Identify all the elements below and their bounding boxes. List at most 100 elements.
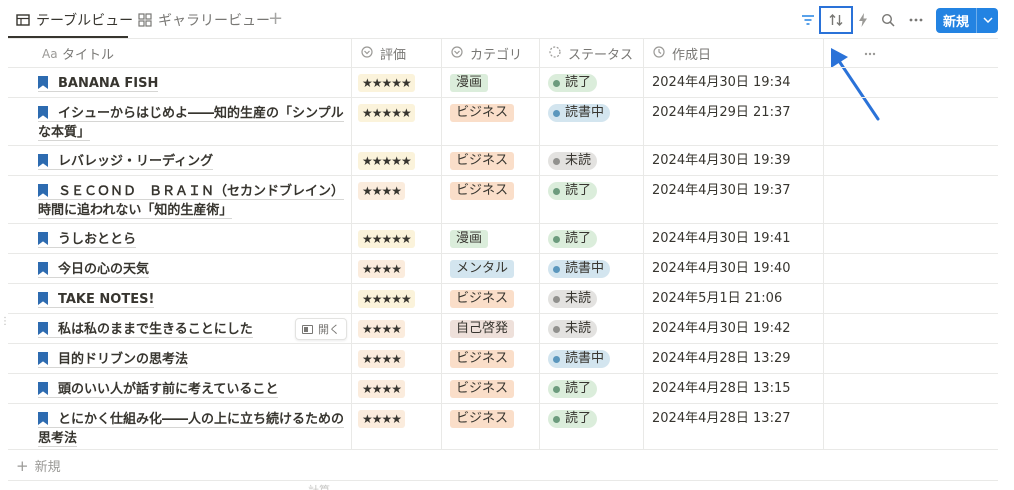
- rating-tag[interactable]: ★★★★★: [358, 152, 415, 170]
- sort-icon[interactable]: [826, 10, 846, 30]
- column-header-status[interactable]: ステータス: [540, 39, 642, 68]
- row-title-text: 頭のいい人が話す前に考えていること: [38, 382, 279, 398]
- row-title-text: 私は私のままで生きることにした: [38, 322, 253, 338]
- view-toolbar: テーブルビュー ギャラリービュー + 新規: [0, 0, 1014, 38]
- table-row[interactable]: 今日の心の天気 ★★★★ メンタル 読書中 2024年4月30日 19:40: [8, 254, 998, 284]
- table-row[interactable]: 頭のいい人が話す前に考えていること ★★★★ ビジネス 読了 2024年4月28日 13…: [8, 374, 998, 404]
- status-label: 読書中: [565, 105, 605, 120]
- rating-tag[interactable]: ★★★★★: [358, 104, 415, 122]
- open-side-peek-icon: [302, 324, 313, 334]
- status-dot-icon: [553, 265, 560, 273]
- status-dot-icon: [553, 385, 560, 393]
- status-property-icon: [548, 46, 562, 61]
- status-badge[interactable]: 読了: [548, 74, 598, 92]
- open-page-label: 開く: [318, 323, 340, 336]
- column-header-category[interactable]: カテゴリ: [442, 39, 538, 68]
- created-date: 2024年4月28日 13:29: [652, 351, 791, 366]
- open-page-button[interactable]: 開く: [295, 318, 347, 340]
- add-property-more-icon[interactable]: [856, 39, 880, 68]
- tab-gallery-view[interactable]: ギャラリービュー: [138, 8, 270, 32]
- status-dot-icon: [553, 415, 560, 423]
- row-title[interactable]: とにかく仕組み化――人の上に立ち続けるための思考法: [38, 410, 345, 448]
- created-date: 2024年4月29日 21:37: [652, 105, 791, 120]
- status-badge[interactable]: 未読: [548, 320, 598, 338]
- rating-tag[interactable]: ★★★★: [358, 260, 406, 278]
- rating-tag[interactable]: ★★★★: [358, 320, 406, 338]
- category-tag[interactable]: ビジネス: [450, 410, 515, 428]
- row-title-text: うしおととら: [38, 232, 137, 248]
- row-title[interactable]: イシューからはじめよ――知的生産の「シンプルな本質」: [38, 104, 344, 142]
- category-tag[interactable]: 自己啓発: [450, 320, 515, 338]
- status-badge[interactable]: 読書中: [548, 350, 611, 368]
- rating-tag[interactable]: ★★★★: [358, 350, 406, 368]
- row-title[interactable]: 目的ドリブンの思考法: [38, 350, 344, 369]
- status-badge[interactable]: 読了: [548, 230, 598, 248]
- table-row[interactable]: TAKE NOTES! ★★★★★ ビジネス 未読 2024年5月1日 21:06: [8, 284, 998, 314]
- table-row[interactable]: レバレッジ・リーディング ★★★★★ ビジネス 未読 2024年4月30日 19:39: [8, 146, 998, 176]
- row-title[interactable]: TAKE NOTES!: [38, 290, 344, 309]
- column-header-created[interactable]: 作成日: [644, 39, 822, 68]
- category-tag[interactable]: ビジネス: [450, 350, 515, 368]
- rating-tag[interactable]: ★★★★: [358, 410, 406, 428]
- status-badge[interactable]: 未読: [548, 152, 598, 170]
- table-row[interactable]: BANANA FISH ★★★★★ 漫画 読了 2024年4月30日 19:34: [8, 68, 998, 98]
- row-title[interactable]: 今日の心の天気: [38, 260, 344, 279]
- category-tag[interactable]: ビジネス: [450, 104, 515, 122]
- column-header-label: 評価: [380, 48, 407, 63]
- tab-table-view[interactable]: テーブルビュー: [16, 8, 133, 32]
- rating-tag[interactable]: ★★★★: [358, 182, 406, 200]
- status-badge[interactable]: 読了: [548, 380, 598, 398]
- category-tag[interactable]: ビジネス: [450, 182, 515, 200]
- status-label: 未読: [565, 321, 592, 336]
- search-icon[interactable]: [878, 10, 898, 30]
- new-button[interactable]: 新規: [936, 8, 998, 33]
- table-row[interactable]: うしおととら ★★★★★ 漫画 読了 2024年4月30日 19:41: [8, 224, 998, 254]
- rating-tag[interactable]: ★★★★★: [358, 290, 415, 308]
- created-date: 2024年4月30日 19:39: [652, 153, 791, 168]
- clock-icon: [652, 46, 666, 61]
- select-property-icon: [360, 46, 374, 61]
- column-header-title[interactable]: Aa タイトル: [34, 39, 350, 68]
- category-tag[interactable]: メンタル: [450, 260, 515, 278]
- column-header-rating[interactable]: 評価: [352, 39, 440, 68]
- category-tag[interactable]: ビジネス: [450, 290, 515, 308]
- status-dot-icon: [553, 79, 560, 87]
- row-title[interactable]: レバレッジ・リーディング: [38, 152, 344, 171]
- status-badge[interactable]: 読了: [548, 182, 598, 200]
- more-icon[interactable]: [906, 10, 926, 30]
- add-view-icon[interactable]: +: [268, 8, 283, 30]
- row-title[interactable]: BANANA FISH: [38, 74, 344, 93]
- rating-tag[interactable]: ★★★★★: [358, 230, 415, 248]
- new-button-label: 新規: [942, 15, 969, 30]
- table-row[interactable]: イシューからはじめよ――知的生産の「シンプルな本質」 ★★★★★ ビジネス 読書中 20…: [8, 98, 998, 146]
- status-badge[interactable]: 読書中: [548, 104, 611, 122]
- row-title-text: BANANA FISH: [38, 76, 159, 92]
- category-tag[interactable]: 漫画: [450, 74, 489, 92]
- status-badge[interactable]: 読書中: [548, 260, 611, 278]
- created-date: 2024年4月30日 19:37: [652, 183, 791, 198]
- category-tag[interactable]: ビジネス: [450, 152, 515, 170]
- row-title[interactable]: ＳＥＣＯＮＤ ＢＲＡＩＮ（セカンドブレイン） 時間に追われない「知的生産術」: [38, 182, 345, 220]
- table-icon: [16, 13, 30, 27]
- drag-handle-icon[interactable]: ⋮: [0, 317, 10, 327]
- status-label: 読了: [565, 183, 592, 198]
- category-tag[interactable]: ビジネス: [450, 380, 515, 398]
- table-row[interactable]: 目的ドリブンの思考法 ★★★★ ビジネス 読書中 2024年4月28日 13:29: [8, 344, 998, 374]
- chevron-down-icon[interactable]: [977, 15, 998, 26]
- rating-tag[interactable]: ★★★★★: [358, 74, 415, 92]
- lightning-icon[interactable]: [853, 10, 873, 30]
- table-row[interactable]: ＳＥＣＯＮＤ ＢＲＡＩＮ（セカンドブレイン） 時間に追われない「知的生産術」 ★★…: [8, 176, 998, 224]
- row-title[interactable]: 頭のいい人が話す前に考えていること: [38, 380, 344, 399]
- add-row-label: 新規: [34, 460, 61, 475]
- category-tag[interactable]: 漫画: [450, 230, 489, 248]
- row-title[interactable]: うしおととら: [38, 230, 344, 249]
- status-label: 読了: [565, 381, 592, 396]
- rating-tag[interactable]: ★★★★: [358, 380, 406, 398]
- status-badge[interactable]: 読了: [548, 410, 598, 428]
- table-row[interactable]: 私は私のままで生きることにした 開く ★★★★ 自己啓発 未読 2024年4月30日 19…: [8, 314, 998, 344]
- calculate-label[interactable]: 計算: [308, 482, 330, 490]
- table-row[interactable]: とにかく仕組み化――人の上に立ち続けるための思考法 ★★★★ ビジネス 読了 2024年…: [8, 404, 998, 450]
- status-badge[interactable]: 未読: [548, 290, 598, 308]
- add-row-button[interactable]: + 新規: [16, 456, 61, 476]
- filter-icon[interactable]: [798, 10, 818, 30]
